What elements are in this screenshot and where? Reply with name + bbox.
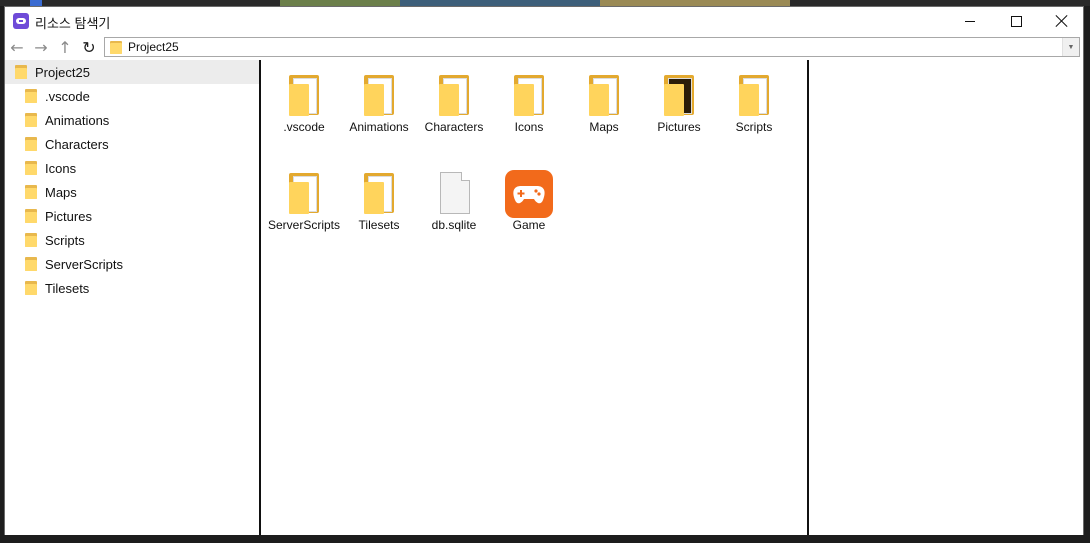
file-item-serverscripts[interactable]: ServerScripts — [265, 162, 343, 244]
folder-icon — [25, 185, 37, 199]
folder-icon — [25, 233, 37, 247]
window-title: 리소스 탐색기 — [35, 16, 111, 31]
address-dropdown-button[interactable]: ▼ — [1062, 38, 1079, 56]
file-item-tilesets[interactable]: Tilesets — [340, 162, 418, 244]
tree-item-scripts[interactable]: Scripts — [5, 228, 279, 252]
folder-icon — [110, 41, 122, 54]
chevron-down-icon: ▼ — [1067, 43, 1075, 51]
arrow-left-icon: ← — [10, 37, 24, 57]
close-icon — [1056, 15, 1068, 27]
tree-item-maps[interactable]: Maps — [5, 180, 279, 204]
file-item-vscode[interactable]: .vscode — [265, 64, 343, 146]
app-icon — [13, 13, 29, 29]
file-item-pictures[interactable]: Pictures — [640, 64, 718, 146]
preview-pane — [809, 60, 1083, 535]
folder-icon — [355, 72, 403, 120]
file-icon — [430, 170, 478, 218]
tree-item-pictures[interactable]: Pictures — [5, 204, 279, 228]
folder-icon — [280, 72, 328, 120]
tree-item-vscode[interactable]: .vscode — [5, 84, 279, 108]
arrow-right-icon: → — [34, 37, 48, 57]
file-item-label: .vscode — [283, 120, 325, 134]
close-button[interactable] — [1039, 7, 1085, 35]
folder-icon — [25, 113, 37, 127]
file-item-game[interactable]: Game — [490, 162, 568, 244]
folder-icon — [655, 72, 703, 120]
file-item-label: Pictures — [657, 120, 701, 134]
file-item-maps[interactable]: Maps — [565, 64, 643, 146]
tree-item-label: Animations — [45, 112, 110, 128]
tree-item-serverscripts[interactable]: ServerScripts — [5, 252, 279, 276]
folder-icon — [730, 72, 778, 120]
tree-item-project25[interactable]: Project25 — [5, 60, 269, 84]
file-item-label: Icons — [514, 120, 544, 134]
folder-icon — [25, 281, 37, 295]
folder-icon — [505, 72, 553, 120]
folder-tree: Project25 .vscode Animations Characters … — [5, 60, 269, 535]
tree-item-label: ServerScripts — [45, 256, 124, 272]
resource-explorer-window: 리소스 탐색기 ← → ↑ ↻ Project25 ▼ Project25 .v… — [4, 6, 1084, 535]
file-item-label: Scripts — [735, 120, 773, 134]
folder-icon — [25, 257, 37, 271]
tree-item-label: Scripts — [45, 232, 85, 248]
folder-icon — [25, 161, 37, 175]
folder-icon — [355, 170, 403, 218]
tree-item-label: Pictures — [45, 208, 92, 224]
folder-icon — [580, 72, 628, 120]
minimize-button[interactable] — [947, 7, 993, 35]
tree-item-label: Tilesets — [45, 280, 90, 296]
file-grid: .vscode Animations Characters Icons Maps… — [261, 60, 807, 535]
navigation-toolbar: ← → ↑ ↻ Project25 ▼ — [5, 35, 1083, 59]
file-item-label: Maps — [589, 120, 619, 134]
file-item-label: db.sqlite — [431, 218, 477, 232]
refresh-button[interactable]: ↻ — [79, 37, 99, 57]
file-item-characters[interactable]: Characters — [415, 64, 493, 146]
refresh-icon: ↻ — [82, 37, 96, 57]
tree-item-label: Project25 — [35, 64, 90, 80]
file-item-label: Animations — [349, 120, 409, 134]
tree-item-tilesets[interactable]: Tilesets — [5, 276, 279, 300]
title-bar[interactable]: 리소스 탐색기 — [5, 7, 1083, 35]
tree-item-characters[interactable]: Characters — [5, 132, 279, 156]
folder-icon — [25, 137, 37, 151]
tree-item-label: Maps — [45, 184, 77, 200]
file-item-db-sqlite[interactable]: db.sqlite — [415, 162, 493, 244]
folder-icon — [430, 72, 478, 120]
tree-item-label: Icons — [45, 160, 77, 176]
folder-icon — [15, 65, 27, 79]
file-item-animations[interactable]: Animations — [340, 64, 418, 146]
folder-icon — [280, 170, 328, 218]
file-item-label: Characters — [424, 120, 484, 134]
arrow-up-icon: ↑ — [58, 37, 72, 57]
game-controller-icon — [505, 170, 553, 218]
forward-button[interactable]: → — [31, 37, 51, 57]
file-item-icons[interactable]: Icons — [490, 64, 568, 146]
up-button[interactable]: ↑ — [55, 37, 75, 57]
address-bar[interactable]: Project25 ▼ — [104, 37, 1080, 57]
file-item-label: Game — [512, 218, 546, 232]
file-item-label: Tilesets — [358, 218, 400, 232]
tree-item-animations[interactable]: Animations — [5, 108, 279, 132]
tree-item-label: .vscode — [45, 88, 90, 104]
minimize-icon — [965, 20, 975, 22]
maximize-button[interactable] — [993, 7, 1039, 35]
tree-item-label: Characters — [45, 136, 109, 152]
folder-icon — [25, 89, 37, 103]
address-path: Project25 — [128, 40, 179, 54]
back-button[interactable]: ← — [7, 37, 27, 57]
file-item-label: ServerScripts — [267, 218, 341, 232]
file-item-scripts[interactable]: Scripts — [715, 64, 793, 146]
folder-icon — [25, 209, 37, 223]
maximize-icon — [1010, 15, 1022, 27]
tree-item-icons[interactable]: Icons — [5, 156, 279, 180]
